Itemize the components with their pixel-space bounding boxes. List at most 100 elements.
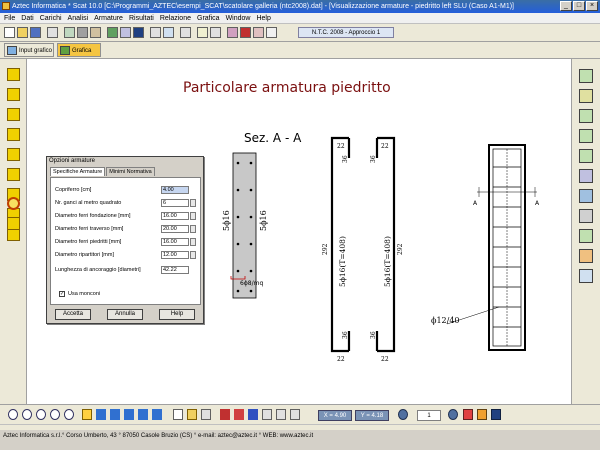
ripartitori-spinner[interactable] xyxy=(190,251,196,259)
soil-icon[interactable] xyxy=(90,27,101,38)
help-button[interactable]: Help xyxy=(159,309,195,320)
report-icon[interactable] xyxy=(240,27,251,38)
loads-icon[interactable] xyxy=(150,27,161,38)
results-icon[interactable] xyxy=(227,27,238,38)
ganci-spinner[interactable] xyxy=(190,199,196,207)
grid-icon[interactable] xyxy=(120,27,131,38)
ripartitori-input[interactable]: 12.00 xyxy=(161,251,189,259)
beam-left-icon[interactable] xyxy=(7,88,20,101)
arrow-right-icon[interactable] xyxy=(110,409,120,420)
fondazione-input[interactable]: 16.00 xyxy=(161,212,189,220)
text-icon[interactable] xyxy=(248,409,258,420)
menu-armature[interactable]: Armature xyxy=(94,13,123,23)
menu-window[interactable]: Window xyxy=(226,13,251,23)
export-dxf-icon[interactable] xyxy=(187,409,197,420)
bottom-view-icon[interactable] xyxy=(579,149,593,163)
minimize-button[interactable]: _ xyxy=(560,1,572,11)
menu-relazione[interactable]: Relazione xyxy=(160,13,191,23)
details-view-icon[interactable] xyxy=(579,269,593,283)
fondazione-spinner[interactable] xyxy=(190,212,196,220)
zoom-window-icon[interactable] xyxy=(36,409,46,420)
deform-view-icon[interactable] xyxy=(579,189,593,203)
piedritti-spinner[interactable] xyxy=(190,238,196,246)
target-icon[interactable] xyxy=(7,197,20,210)
pan-icon[interactable] xyxy=(82,409,92,420)
arch-view-icon[interactable] xyxy=(579,229,593,243)
stress-view-icon[interactable] xyxy=(579,169,593,183)
moment-icon[interactable] xyxy=(210,27,221,38)
ancoraggio-input[interactable]: 42.22 xyxy=(161,266,189,274)
section-icon[interactable] xyxy=(64,27,75,38)
page-next-icon[interactable] xyxy=(448,409,458,420)
print-icon[interactable] xyxy=(47,27,58,38)
page-prev-icon[interactable] xyxy=(398,409,408,420)
diagram-icon[interactable] xyxy=(197,27,208,38)
tab-grafica[interactable]: Grafica xyxy=(57,43,101,57)
cls-view-icon[interactable] xyxy=(579,249,593,263)
copriferro-input[interactable]: 4.00 xyxy=(161,186,189,194)
mesh-view-icon[interactable] xyxy=(579,209,593,223)
usa-monconi-checkbox[interactable]: ✓ Usa monconi xyxy=(59,290,100,298)
menu-help[interactable]: Help xyxy=(256,13,270,23)
copy-icon[interactable] xyxy=(173,409,183,420)
stamp-icon[interactable] xyxy=(7,217,20,230)
menu-carichi[interactable]: Carichi xyxy=(40,13,62,23)
frame-view-icon[interactable] xyxy=(579,69,593,83)
arrow-up-icon[interactable] xyxy=(124,409,134,420)
settings-icon[interactable] xyxy=(491,409,501,420)
combinations-icon[interactable] xyxy=(163,27,174,38)
tab-minimi-normativa[interactable]: Minimi Normativa xyxy=(106,167,155,176)
ntc-approach-select[interactable]: N.T.C. 2008 - Approccio 1 xyxy=(298,27,394,38)
materials-icon[interactable] xyxy=(107,27,118,38)
traverso-input[interactable]: 20.00 xyxy=(161,225,189,233)
wave-icon[interactable] xyxy=(7,168,20,181)
zoom-prev-icon[interactable] xyxy=(64,409,74,420)
box-view-icon[interactable] xyxy=(579,89,593,103)
wall-icon[interactable] xyxy=(77,27,88,38)
page-number[interactable]: 1 xyxy=(417,410,441,421)
help-icon[interactable] xyxy=(266,27,277,38)
close-button[interactable]: × xyxy=(586,1,598,11)
export-icon[interactable] xyxy=(253,27,264,38)
dialog-title: Opzioni armature xyxy=(49,158,96,164)
new-file-icon[interactable] xyxy=(4,27,15,38)
save-icon[interactable] xyxy=(30,27,41,38)
menu-dati[interactable]: Dati xyxy=(21,13,33,23)
tab-input-grafico[interactable]: Input grafico xyxy=(4,43,54,57)
beam-right-icon[interactable] xyxy=(7,108,20,121)
accetta-button[interactable]: Accetta xyxy=(55,309,91,320)
hook-icon[interactable] xyxy=(7,148,20,161)
analysis-icon[interactable] xyxy=(180,27,191,38)
arrow-down-icon[interactable] xyxy=(138,409,148,420)
palette-icon[interactable] xyxy=(477,409,487,420)
menu-grafica[interactable]: Grafica xyxy=(197,13,220,23)
annulla-button[interactable]: Annulla xyxy=(107,309,143,320)
color-icon[interactable] xyxy=(220,409,230,420)
zoom-in-icon[interactable] xyxy=(8,409,18,420)
open-folder-icon[interactable] xyxy=(17,27,28,38)
layers-icon[interactable] xyxy=(276,409,286,420)
zoom-all-icon[interactable] xyxy=(50,409,60,420)
zoom-out-icon[interactable] xyxy=(22,409,32,420)
piedritti-input[interactable]: 16.00 xyxy=(161,238,189,246)
menu-file[interactable]: File xyxy=(4,13,15,23)
traverso-spinner[interactable] xyxy=(190,225,196,233)
slab-view-icon[interactable] xyxy=(579,129,593,143)
drawing-canvas[interactable]: Particolare armatura piedritto Sez. A - … xyxy=(27,59,571,404)
maximize-button[interactable]: □ xyxy=(573,1,585,11)
menu-analisi[interactable]: Analisi xyxy=(68,13,89,23)
diagonal-icon[interactable] xyxy=(7,128,20,141)
menu-risultati[interactable]: Risultati xyxy=(129,13,154,23)
tab-specifiche-armature[interactable]: Specifiche Armature xyxy=(50,167,106,176)
bracket-icon[interactable] xyxy=(7,68,20,81)
dxf-icon[interactable] xyxy=(234,409,244,420)
ganci-input[interactable]: 6 xyxy=(161,199,189,207)
arrow-left-icon[interactable] xyxy=(96,409,106,420)
print-drawing-icon[interactable] xyxy=(201,409,211,420)
culvert-view-icon[interactable] xyxy=(579,109,593,123)
grid-toggle-icon[interactable] xyxy=(290,409,300,420)
fill-icon[interactable] xyxy=(262,409,272,420)
table-icon[interactable] xyxy=(133,27,144,38)
arrow-center-icon[interactable] xyxy=(152,409,162,420)
bmp-icon[interactable] xyxy=(463,409,473,420)
